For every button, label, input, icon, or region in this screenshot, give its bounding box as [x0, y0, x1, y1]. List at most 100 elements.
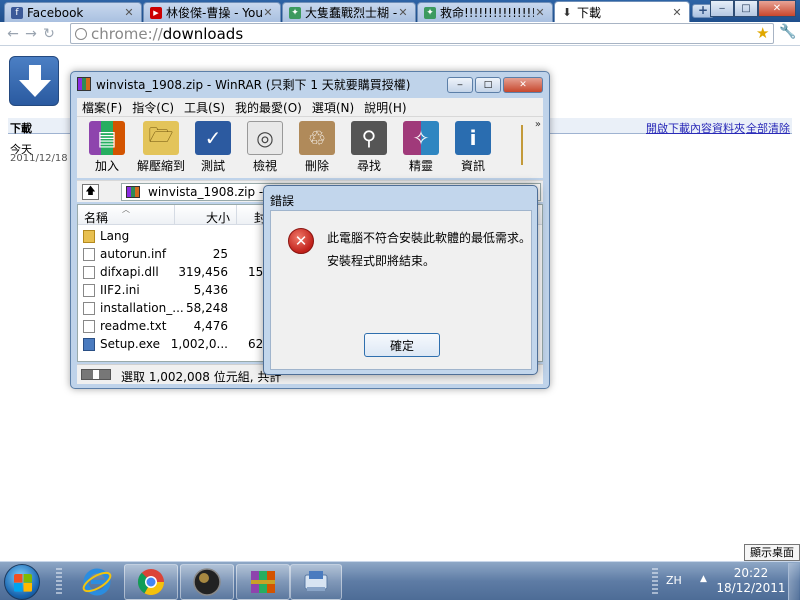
tab-title: 大隻蠢戰烈士糊 - [305, 6, 397, 20]
minimize-button[interactable]: ‒ [710, 0, 734, 17]
page-icon [75, 27, 87, 40]
file-size: 58,248 [186, 301, 228, 315]
file-size: 1,002,0... [170, 337, 228, 351]
clear-all-link[interactable]: 全部清除 [746, 120, 790, 136]
open-downloads-folder-link[interactable]: 開啟下載內容資料夾 [646, 120, 745, 136]
internet-explorer-icon [82, 568, 112, 596]
close-icon[interactable]: ✕ [671, 6, 683, 19]
column-name[interactable]: 名稱 [84, 209, 108, 226]
drive-key-icon [81, 369, 111, 380]
tray-expand-icon[interactable]: ▲ [700, 574, 707, 584]
show-desktop-button[interactable] [788, 563, 799, 600]
menu-help[interactable]: 說明(H) [359, 99, 411, 116]
tab-strip: f Facebook ✕ ▶ 林俊傑-曹操 - You ✕ ✦ 大隻蠢戰烈士糊 … [0, 0, 800, 22]
winrar-toolbar: ▤ 加入 🗁 解壓縮到 ✓ 測試 ◎ 檢視 ♲ 刪除 ⚲ 尋找 ✧ 精靈 i 資… [77, 116, 543, 178]
tab-forum-2[interactable]: ✦ 救命!!!!!!!!!!!!!!!!!!! ✕ [417, 2, 553, 22]
ok-button[interactable]: 確定 [364, 333, 440, 357]
test-icon: ✓ [195, 121, 231, 155]
tool-label: 刪除 [304, 159, 329, 173]
clock-time: 20:22 [733, 566, 769, 580]
menu-file[interactable]: 檔案(F) [77, 99, 127, 116]
wizard-button[interactable]: ✧ 精靈 [395, 121, 447, 174]
file-size: 5,436 [193, 283, 228, 297]
tab-youtube[interactable]: ▶ 林俊傑-曹操 - You ✕ [143, 2, 281, 22]
taskbar-ie[interactable] [70, 564, 124, 600]
menu-options[interactable]: 選項(N) [307, 99, 359, 116]
tab-downloads[interactable]: ⬇ 下載 ✕ [554, 1, 690, 22]
tool-label: 精靈 [408, 159, 433, 173]
file-icon [83, 320, 95, 333]
page-title: 下載 [10, 122, 32, 135]
add-button[interactable]: ▤ 加入 [81, 121, 133, 174]
test-button[interactable]: ✓ 測試 [187, 121, 239, 174]
file-icon [83, 302, 95, 315]
tab-forum-1[interactable]: ✦ 大隻蠢戰烈士糊 - ✕ [282, 2, 416, 22]
view-button[interactable]: ◎ 檢視 [239, 121, 291, 174]
language-indicator[interactable]: ZH [666, 574, 682, 587]
reload-icon[interactable]: ↻ [40, 26, 58, 42]
installer-icon [304, 571, 328, 591]
url-scheme: chrome:// [91, 24, 163, 43]
info-icon: i [455, 121, 491, 155]
file-name: difxapi.dll [100, 265, 159, 279]
tab-facebook[interactable]: f Facebook ✕ [4, 2, 142, 22]
winrar-icon [251, 571, 275, 593]
close-button[interactable]: ✕ [503, 77, 543, 93]
forward-arrow-icon[interactable]: → [22, 26, 40, 42]
find-icon: ⚲ [351, 121, 387, 155]
exe-file-icon [83, 338, 95, 351]
file-icon [83, 248, 95, 261]
file-name: autorun.inf [100, 247, 167, 261]
winrar-title: winvista_1908.zip - WinRAR (只剩下 1 天就要購買授… [96, 77, 411, 92]
taskbar-winrar[interactable] [236, 564, 290, 600]
start-button[interactable] [4, 564, 40, 600]
taskbar-grip [56, 568, 62, 596]
tool-label: 解壓縮到 [136, 159, 185, 173]
taskbar-clock[interactable]: 20:22 18/12/2011 [716, 566, 786, 596]
extract-to-button[interactable]: 🗁 解壓縮到 [135, 121, 187, 174]
menu-favorites[interactable]: 我的最愛(O) [230, 99, 307, 116]
menu-tools[interactable]: 工具(S) [179, 99, 230, 116]
file-name: Lang [100, 229, 130, 243]
up-folder-button[interactable]: 🡅 [82, 184, 99, 200]
date-group-date: 2011/12/18 [10, 153, 68, 164]
chrome-icon [137, 569, 165, 596]
forum-icon: ✦ [289, 6, 301, 19]
windows-logo-icon [14, 574, 32, 592]
menu-commands[interactable]: 指令(C) [127, 99, 179, 116]
close-icon[interactable]: ✕ [262, 6, 274, 19]
winrar-icon [77, 77, 91, 91]
error-message-line2: 安裝程式即將結束。 [327, 254, 436, 268]
add-icon: ▤ [89, 121, 125, 155]
taskbar-media[interactable] [180, 564, 234, 600]
info-button[interactable]: i 資訊 [447, 121, 499, 174]
wrench-icon[interactable]: 🔧 [779, 24, 796, 40]
back-arrow-icon[interactable]: ← [4, 26, 22, 42]
wizard-icon: ✧ [403, 121, 439, 155]
delete-button[interactable]: ♲ 刪除 [291, 121, 343, 174]
address-bar[interactable]: chrome://downloads [70, 23, 774, 44]
tab-title: 下載 [577, 5, 602, 20]
error-icon: ✕ [288, 228, 314, 254]
taskbar-chrome[interactable] [124, 564, 178, 600]
tool-label: 加入 [94, 159, 119, 173]
maximize-button[interactable]: □ [475, 77, 501, 93]
bookmark-star-icon[interactable]: ★ [756, 24, 769, 42]
close-button[interactable]: ✕ [758, 0, 796, 17]
find-button[interactable]: ⚲ 尋找 [343, 121, 395, 174]
maximize-button[interactable]: □ [734, 0, 758, 17]
dialog-title[interactable]: 錯誤 [270, 192, 294, 209]
clock-date: 18/12/2011 [716, 581, 786, 595]
chevron-right-icon[interactable]: » [535, 119, 541, 130]
column-size[interactable]: 大小 [206, 209, 230, 226]
toolbar-separator [521, 125, 523, 165]
close-icon[interactable]: ✕ [534, 6, 546, 19]
close-icon[interactable]: ✕ [397, 6, 409, 19]
minimize-button[interactable]: ‒ [447, 77, 473, 93]
taskbar-installer[interactable] [290, 564, 342, 600]
error-dialog: 錯誤 ✕ 此電腦不符合安裝此軟體的最低需求。 安裝程式即將結束。 確定 [263, 185, 538, 375]
close-icon[interactable]: ✕ [123, 6, 135, 19]
forum-icon: ✦ [424, 6, 436, 19]
folder-icon [83, 230, 95, 243]
taskbar: ZH ▲ 20:22 18/12/2011 [0, 561, 800, 600]
